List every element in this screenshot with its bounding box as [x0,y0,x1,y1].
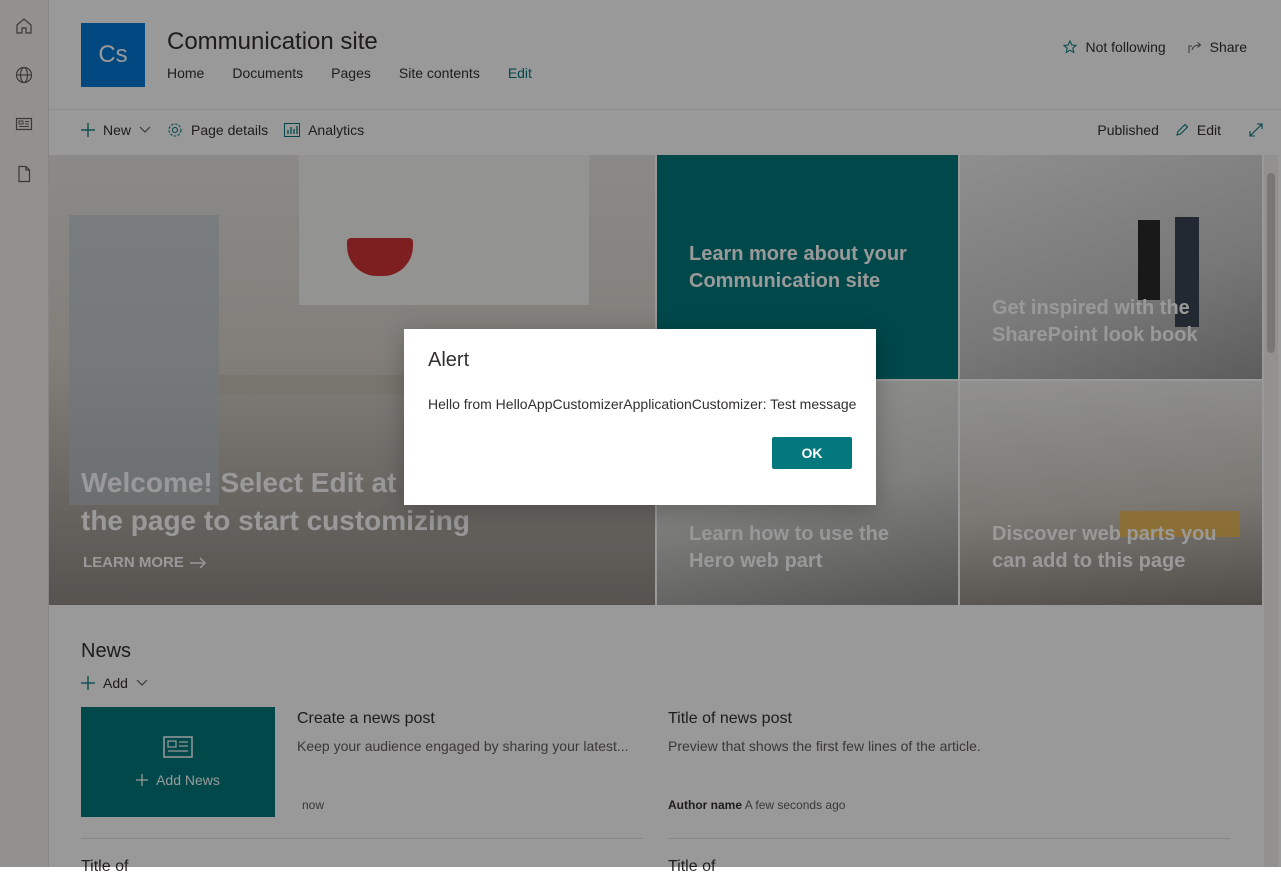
dialog-title: Alert [428,349,470,371]
alert-dialog: Alert Hello from HelloAppCustomizerAppli… [404,329,876,505]
ok-button[interactable]: OK [772,437,852,469]
dialog-message: Hello from HelloAppCustomizerApplication… [428,396,857,412]
